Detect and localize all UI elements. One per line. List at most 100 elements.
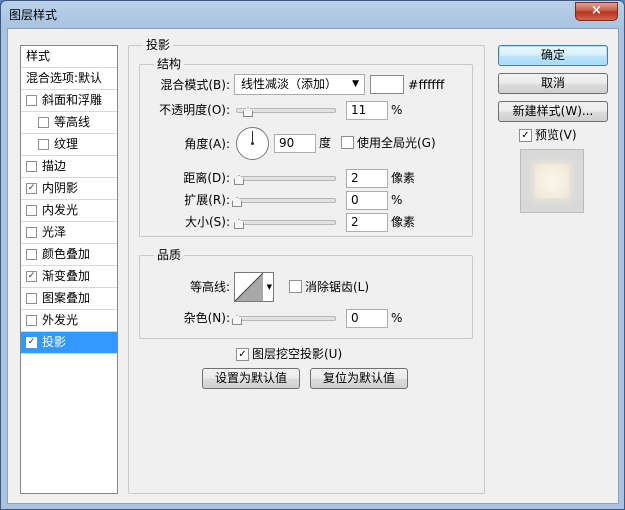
blend-options-item[interactable]: 混合选项:默认: [21, 68, 117, 90]
distance-label: 距离(D):: [183, 171, 230, 185]
title-bar[interactable]: 图层样式 ×: [1, 1, 624, 27]
angle-dial[interactable]: [236, 127, 269, 160]
close-button[interactable]: ×: [575, 2, 618, 21]
angle-unit: 度: [319, 136, 332, 150]
checkbox[interactable]: ✓: [26, 271, 37, 282]
style-list-header-label: 样式: [26, 49, 51, 63]
global-light-label: 使用全局光(G): [357, 136, 436, 150]
size-slider[interactable]: [236, 220, 336, 225]
chevron-down-icon: ▼: [266, 283, 272, 291]
angle-input[interactable]: 90: [274, 134, 316, 153]
contour-curve-icon: [235, 273, 264, 301]
style-item-label: 外发光: [42, 313, 79, 327]
style-item-drop-shadow[interactable]: ✓ 投影: [21, 332, 117, 354]
checkbox[interactable]: [26, 205, 37, 216]
style-item-label: 渐变叠加: [42, 269, 91, 283]
size-label: 大小(S):: [184, 215, 230, 229]
spread-unit: %: [391, 193, 403, 207]
section-title: 投影: [143, 38, 174, 52]
distance-input[interactable]: 2: [346, 169, 388, 188]
style-item-bevel-emboss[interactable]: 斜面和浮雕: [21, 90, 117, 112]
cancel-button[interactable]: 取消: [498, 73, 608, 94]
structure-group: 结构 混合模式(B): 线性减淡（添加） ▼ #ffffff 不透明度(O): …: [139, 57, 473, 237]
style-item-label: 光泽: [42, 225, 67, 239]
checkbox[interactable]: [38, 139, 49, 150]
opacity-input[interactable]: 11: [346, 101, 388, 120]
checkbox[interactable]: [26, 227, 37, 238]
blend-mode-label: 混合模式(B):: [160, 78, 230, 92]
style-item-texture[interactable]: 纹理: [21, 134, 117, 156]
angle-label: 角度(A):: [184, 137, 230, 151]
contour-picker[interactable]: ▼: [234, 272, 274, 302]
layer-style-window: 图层样式 × 样式 混合选项:默认 斜面和浮雕 等高线 纹理 描边 ✓ 内阴影 …: [0, 0, 625, 510]
distance-unit: 像素: [391, 171, 416, 185]
checkbox[interactable]: [26, 293, 37, 304]
dialog-client-area: 样式 混合选项:默认 斜面和浮雕 等高线 纹理 描边 ✓ 内阴影 内发光 光泽 …: [7, 28, 619, 504]
chevron-down-icon: ▼: [352, 79, 359, 89]
checkbox[interactable]: ✓: [26, 337, 37, 348]
style-item-label: 颜色叠加: [42, 247, 91, 261]
style-item-label: 图案叠加: [42, 291, 91, 305]
checkbox[interactable]: [26, 249, 37, 260]
opacity-unit: %: [391, 103, 403, 117]
spread-label: 扩展(R):: [184, 193, 230, 207]
noise-label: 杂色(N):: [183, 311, 230, 325]
distance-slider[interactable]: [236, 176, 336, 181]
preview-label: 预览(V): [535, 128, 577, 142]
noise-unit: %: [391, 311, 403, 325]
preview-checkbox[interactable]: ✓: [519, 129, 532, 142]
window-title: 图层样式: [9, 8, 58, 22]
checkbox[interactable]: ✓: [26, 183, 37, 194]
size-input[interactable]: 2: [346, 213, 388, 232]
noise-input[interactable]: 0: [346, 309, 388, 328]
spread-slider[interactable]: [236, 198, 336, 203]
style-preview: [520, 149, 584, 213]
spread-input[interactable]: 0: [346, 191, 388, 210]
style-item-stroke[interactable]: 描边: [21, 156, 117, 178]
anti-alias-label: 消除锯齿(L): [305, 280, 370, 294]
blend-options-label: 混合选项:默认: [26, 71, 103, 85]
checkbox[interactable]: [26, 161, 37, 172]
checkbox[interactable]: [26, 315, 37, 326]
style-item-label: 斜面和浮雕: [42, 93, 103, 107]
ok-button[interactable]: 确定: [498, 45, 608, 66]
contour-label: 等高线:: [189, 280, 230, 294]
style-item-label: 描边: [42, 159, 67, 173]
opacity-label: 不透明度(O):: [159, 103, 230, 117]
global-light-checkbox[interactable]: [341, 136, 354, 149]
drop-shadow-group: 投影 结构 混合模式(B): 线性减淡（添加） ▼ #ffffff 不透明度(O…: [128, 38, 485, 494]
style-item-satin[interactable]: 光泽: [21, 222, 117, 244]
new-style-button[interactable]: 新建样式(W)...: [498, 101, 608, 122]
style-item-color-overlay[interactable]: 颜色叠加: [21, 244, 117, 266]
quality-title: 品质: [154, 248, 185, 262]
color-hex-label: #ffffff: [408, 77, 445, 92]
noise-slider[interactable]: [236, 316, 336, 321]
quality-group: 品质 等高线: ▼ 消除锯齿(L) 杂色(N): 0 %: [139, 248, 473, 339]
style-item-gradient-overlay[interactable]: ✓ 渐变叠加: [21, 266, 117, 288]
style-item-inner-glow[interactable]: 内发光: [21, 200, 117, 222]
blend-mode-value: 线性减淡（添加）: [241, 77, 338, 91]
checkbox[interactable]: [38, 117, 49, 128]
shadow-color-swatch[interactable]: [370, 75, 404, 94]
style-list: 样式 混合选项:默认 斜面和浮雕 等高线 纹理 描边 ✓ 内阴影 内发光 光泽 …: [20, 45, 118, 494]
angle-indicator-icon: [251, 131, 254, 145]
style-item-inner-shadow[interactable]: ✓ 内阴影: [21, 178, 117, 200]
style-item-label: 投影: [42, 335, 67, 349]
style-item-label: 内发光: [42, 203, 79, 217]
checkbox[interactable]: [26, 95, 37, 106]
blend-mode-dropdown[interactable]: 线性减淡（添加） ▼: [234, 74, 365, 95]
preview-swatch: [535, 164, 569, 198]
style-item-contour[interactable]: 等高线: [21, 112, 117, 134]
style-item-pattern-overlay[interactable]: 图案叠加: [21, 288, 117, 310]
knockout-label: 图层挖空投影(U): [252, 347, 343, 361]
structure-title: 结构: [154, 57, 185, 71]
knockout-checkbox[interactable]: ✓: [236, 348, 249, 361]
style-item-label: 等高线: [54, 115, 91, 129]
make-default-button[interactable]: 设置为默认值: [202, 368, 300, 389]
style-list-header[interactable]: 样式: [21, 46, 117, 68]
style-item-outer-glow[interactable]: 外发光: [21, 310, 117, 332]
anti-alias-checkbox[interactable]: [289, 280, 302, 293]
style-item-label: 纹理: [54, 137, 79, 151]
reset-default-button[interactable]: 复位为默认值: [310, 368, 408, 389]
style-item-label: 内阴影: [42, 181, 79, 195]
